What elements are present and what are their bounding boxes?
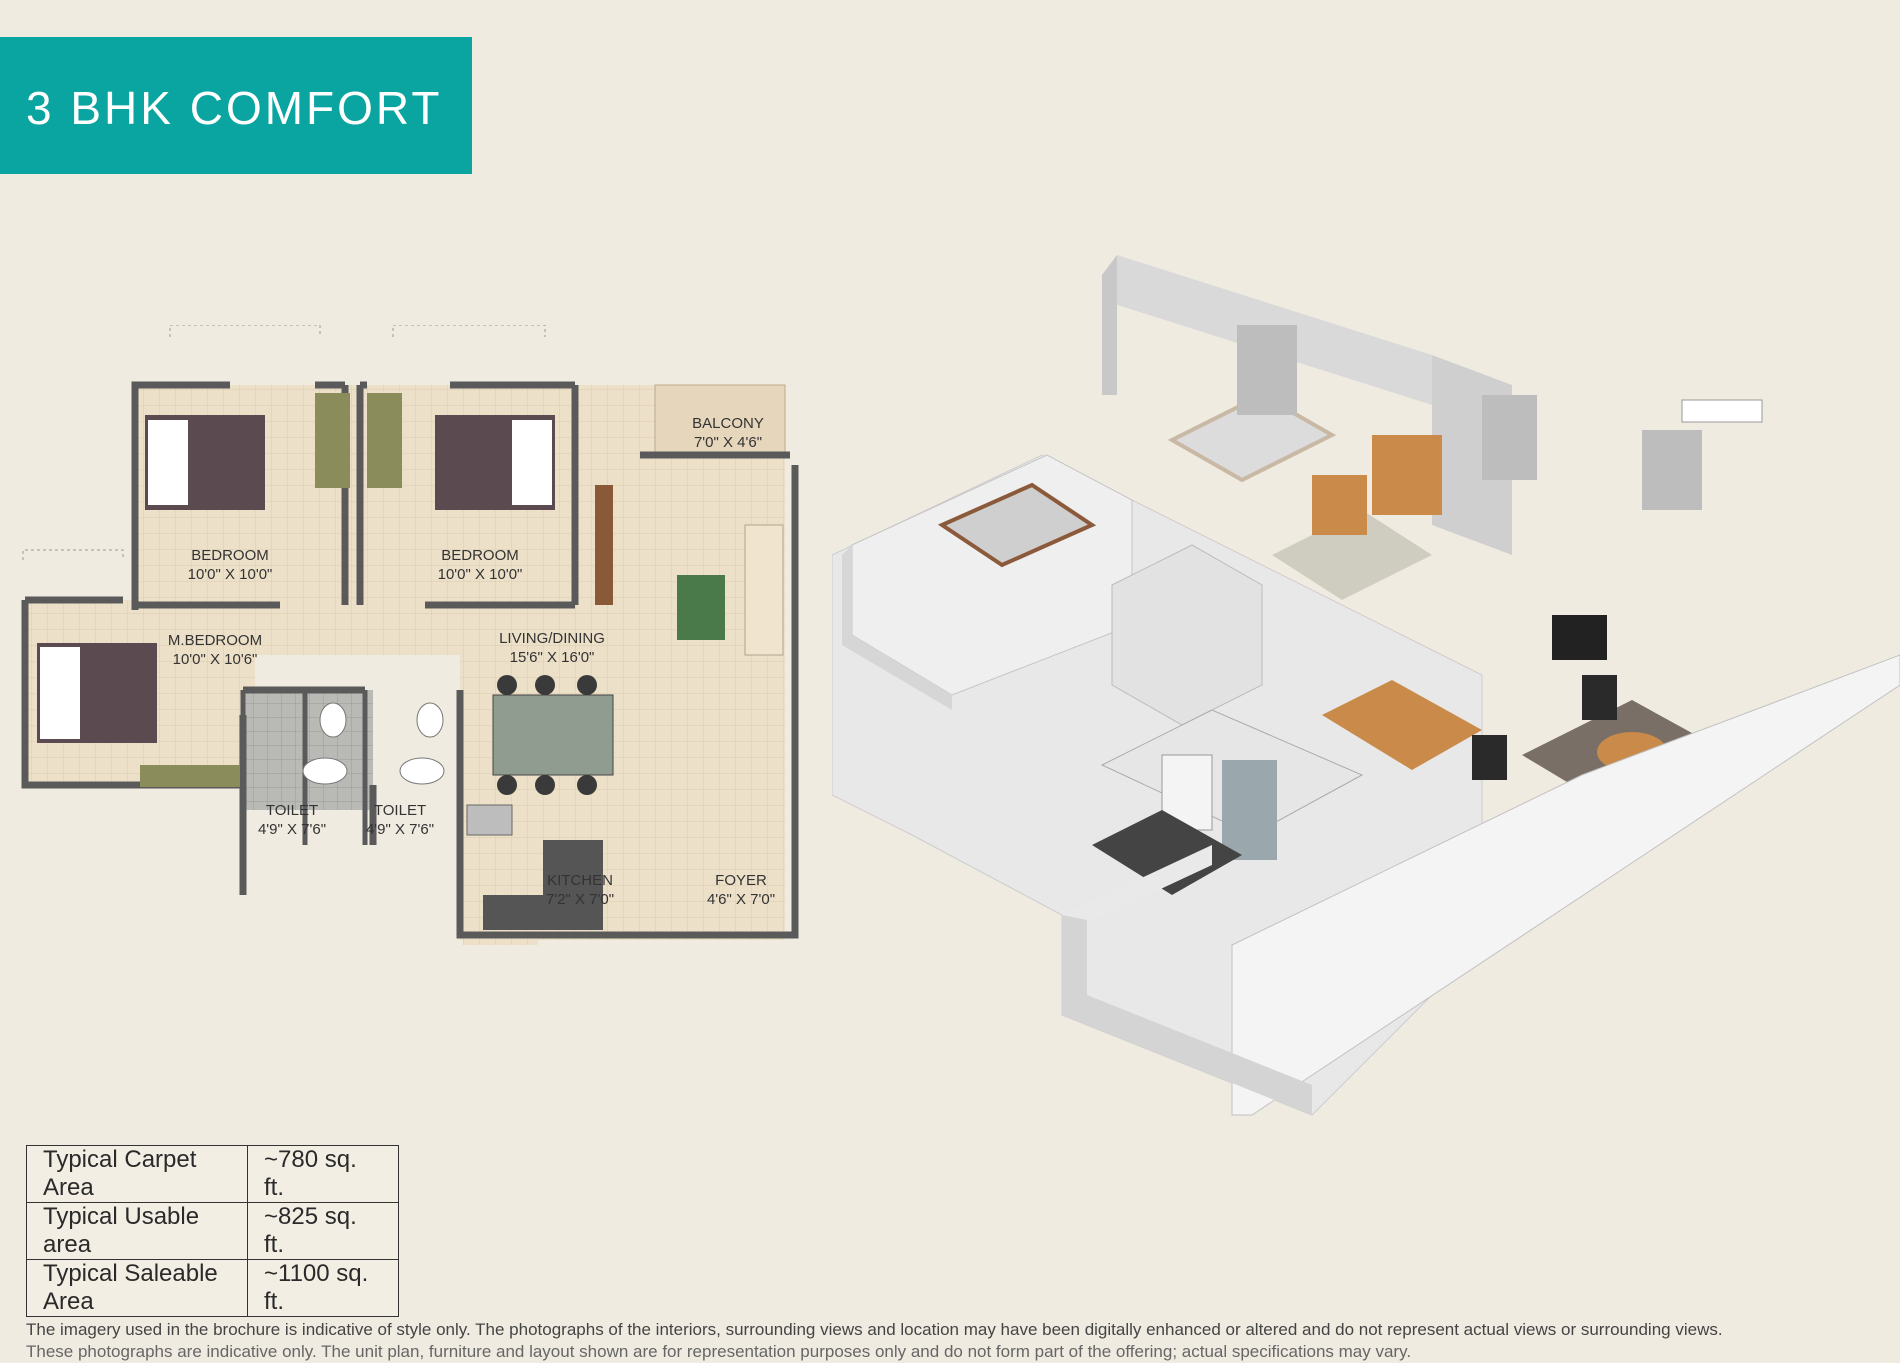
room-size-label: 10'0" X 10'0" (188, 566, 273, 583)
area-label: Typical Saleable Area (26, 1259, 248, 1317)
room-size-label: 10'0" X 10'6" (173, 651, 258, 668)
area-value: ~1100 sq. ft. (247, 1259, 399, 1317)
room-name-label: BALCONY (692, 415, 764, 432)
area-label: Typical Usable area (26, 1202, 248, 1260)
room-name-label: TOILET (374, 802, 426, 819)
room-size-label: 4'9" X 7'6" (366, 821, 434, 838)
disclaimer-line: These photographs are indicative only. T… (26, 1342, 1412, 1361)
title-banner: 3 BHK COMFORT (0, 37, 472, 174)
room-name-label: FOYER (715, 872, 767, 889)
floor-plan-2d: BEDROOM 10'0" X 10'0" BEDROOM 10'0" X 10'0"… (21, 325, 799, 945)
table-row: Typical Carpet Area ~780 sq. ft. (26, 1145, 399, 1203)
room-name-label: KITCHEN (547, 872, 613, 889)
area-value: ~780 sq. ft. (247, 1145, 399, 1203)
area-table: Typical Carpet Area ~780 sq. ft. Typical… (26, 1145, 399, 1317)
disclaimer-line: The imagery used in the brochure is indi… (26, 1320, 1723, 1339)
room-size-label: 10'0" X 10'0" (438, 566, 523, 583)
room-size-label: 4'6" X 7'0" (707, 891, 775, 908)
area-value: ~825 sq. ft. (247, 1202, 399, 1260)
room-name-label: LIVING/DINING (499, 630, 605, 647)
table-row: Typical Usable area ~825 sq. ft. (26, 1202, 399, 1260)
room-size-label: 15'6" X 16'0" (510, 649, 595, 666)
room-size-label: 7'0" X 4'6" (694, 434, 762, 451)
room-name-label: TOILET (266, 802, 318, 819)
room-name-label: BEDROOM (191, 547, 269, 564)
table-row: Typical Saleable Area ~1100 sq. ft. (26, 1259, 399, 1317)
room-name-label: M.BEDROOM (168, 632, 262, 649)
room-name-label: BEDROOM (441, 547, 519, 564)
page-title: 3 BHK COMFORT (26, 82, 443, 134)
disclaimer: The imagery used in the brochure is indi… (26, 1319, 1886, 1363)
floor-plan-3d (832, 255, 1900, 1116)
area-label: Typical Carpet Area (26, 1145, 248, 1203)
room-size-label: 4'9" X 7'6" (258, 821, 326, 838)
room-size-label: 7'2" X 7'0" (546, 891, 614, 908)
